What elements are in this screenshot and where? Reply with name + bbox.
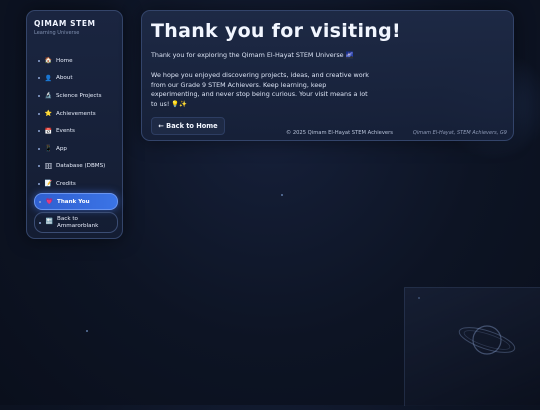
bullet-icon — [38, 59, 40, 62]
bullet-icon — [39, 221, 41, 224]
star-icon: ⭐ — [44, 110, 53, 118]
bullet-icon — [38, 147, 40, 150]
memo-icon: 📝 — [44, 180, 53, 188]
sidebar-item-database[interactable]: 🗄 Database (DBMS) — [34, 158, 118, 176]
sidebar-item-label: Science Projects — [56, 92, 102, 99]
heart-icon: 💗 — [45, 198, 54, 206]
sidebar-item-label: Back to Ammarorblank — [57, 216, 99, 229]
sidebar-item-label: Events — [56, 128, 75, 135]
bullet-icon — [38, 182, 40, 185]
lead-text: Thank you for exploring the Qimam El-Hay… — [151, 51, 354, 59]
sidebar-nav: 🏠 Home 👤 About 🔬 Science Projects ⭐ Achi… — [34, 52, 118, 234]
sidebar-item-achievements[interactable]: ⭐ Achievements — [34, 105, 118, 123]
sidebar-item-label: About — [56, 75, 73, 82]
sidebar-item-about[interactable]: 👤 About — [34, 70, 118, 88]
sidebar-item-home[interactable]: 🏠 Home — [34, 52, 118, 70]
sidebar-item-science-projects[interactable]: 🔬 Science Projects — [34, 87, 118, 105]
database-icon: 🗄 — [44, 162, 53, 170]
phone-icon: 📱 — [44, 145, 53, 153]
back-to-home-button[interactable]: ← Back to Home — [151, 117, 225, 135]
sidebar-item-label: Credits — [56, 180, 76, 187]
sidebar-item-app[interactable]: 📱 App — [34, 140, 118, 158]
brand-subtitle: Learning Universe — [34, 30, 80, 36]
planet-decoration — [404, 287, 540, 406]
bullet-icon — [38, 165, 40, 168]
thank-you-panel: Thank you for visiting! Thank you for ex… — [141, 10, 514, 141]
microscope-icon: 🔬 — [44, 92, 53, 100]
bullet-icon — [38, 94, 40, 97]
sidebar-item-label: App — [56, 145, 67, 152]
body-text: We hope you enjoyed discovering projects… — [151, 71, 370, 108]
sidebar-item-thank-you[interactable]: 💗 Thank You — [34, 192, 118, 211]
sidebar-item-events[interactable]: 📅 Events — [34, 122, 118, 140]
sidebar-item-label: Achievements — [56, 110, 96, 117]
page-title: Thank you for visiting! — [151, 20, 401, 42]
calendar-icon: 📅 — [44, 127, 53, 135]
back-icon: 🔙 — [45, 218, 54, 226]
bullet-icon — [38, 112, 40, 115]
credit-text: Qimam El-Hayat, STEM Achievers, G9 — [412, 130, 507, 136]
bullet-icon — [39, 200, 41, 203]
brand-title: QIMAM STEM — [34, 19, 96, 28]
home-icon: 🏠 — [44, 57, 53, 65]
star — [281, 194, 283, 196]
user-icon: 👤 — [44, 74, 53, 82]
sidebar-item-credits[interactable]: 📝 Credits — [34, 175, 118, 193]
bullet-icon — [38, 77, 40, 80]
copyright-text: © 2025 Qimam El-Hayat STEM Achievers — [286, 130, 393, 136]
sidebar-item-label: Thank You — [57, 198, 90, 205]
bullet-icon — [38, 130, 40, 133]
sidebar-item-label: Home — [56, 57, 73, 64]
sidebar: QIMAM STEM Learning Universe 🏠 Home 👤 Ab… — [26, 10, 123, 239]
sidebar-item-label: Database (DBMS) — [56, 163, 106, 170]
planet-icon — [458, 325, 516, 355]
star — [86, 330, 88, 332]
sidebar-item-back[interactable]: 🔙 Back to Ammarorblank — [34, 212, 118, 234]
